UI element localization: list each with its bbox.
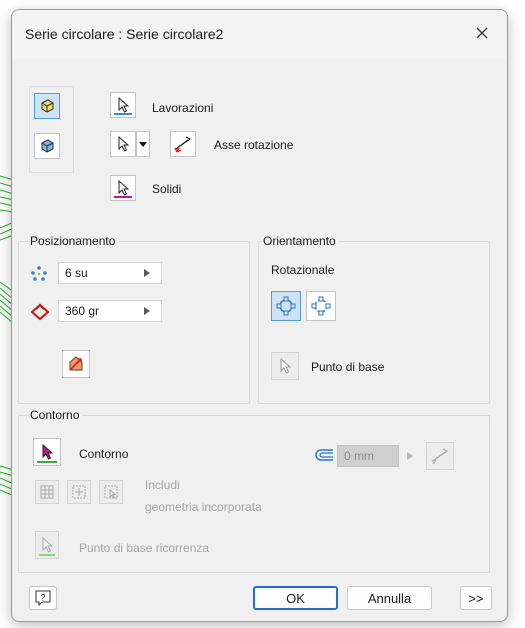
offset-value: 0 mm xyxy=(344,449,374,463)
cancel-button[interactable]: Annulla xyxy=(347,586,432,610)
ok-button[interactable]: OK xyxy=(253,586,338,610)
count-value: 6 su xyxy=(65,266,88,280)
boundary-title: Contorno xyxy=(29,408,83,422)
axis-select-button[interactable] xyxy=(110,131,136,157)
rotational-icon xyxy=(276,296,296,316)
include-label-line1: Includi xyxy=(145,478,180,492)
solids-select-button[interactable] xyxy=(110,175,136,201)
svg-text:?: ? xyxy=(40,593,45,603)
cursor-arrow-icon xyxy=(42,444,54,460)
angle-menu-arrow[interactable] xyxy=(140,300,154,322)
include-all-geometry-button[interactable] xyxy=(35,480,59,504)
occurrence-count-icon xyxy=(31,266,47,281)
base-point-select-button[interactable] xyxy=(271,352,299,380)
fixed-orientation-button[interactable] xyxy=(306,291,336,321)
cursor-arrow-icon xyxy=(280,358,292,374)
offset-flip-button[interactable] xyxy=(426,442,454,470)
rotational-orientation-button[interactable] xyxy=(271,291,301,321)
green-underline xyxy=(37,461,57,463)
flip-direction-icon xyxy=(69,356,83,371)
circular-pattern-dialog: Serie circolare : Serie circolare2 Lavor… xyxy=(11,9,508,622)
axis-label: Asse rotazione xyxy=(214,138,294,152)
fixed-orientation-icon xyxy=(311,296,331,316)
cursor-arrow-icon xyxy=(118,97,130,113)
base-point-label: Punto di base xyxy=(311,360,385,374)
flip-direction-button[interactable] xyxy=(62,350,90,378)
rotational-label: Rotazionale xyxy=(271,263,335,277)
solids-label: Solidi xyxy=(152,182,182,196)
feature-pattern-icon xyxy=(41,99,54,113)
grid-all-icon xyxy=(40,485,54,499)
close-icon xyxy=(476,27,488,39)
close-button[interactable] xyxy=(471,22,493,44)
angle-icon xyxy=(30,303,50,321)
boundary-select-button[interactable] xyxy=(33,438,61,466)
cursor-arrow-icon xyxy=(118,136,130,152)
placement-title: Posizionamento xyxy=(29,234,119,248)
more-options-button[interactable]: >> xyxy=(460,586,492,610)
pattern-features-mode-button[interactable] xyxy=(34,93,60,119)
help-button[interactable]: ? xyxy=(29,586,57,610)
orientation-title: Orientamento xyxy=(262,234,339,248)
dialog-title: Serie circolare : Serie circolare2 xyxy=(25,26,224,42)
flip-direction-icon xyxy=(174,136,191,153)
flip-direction-icon xyxy=(431,448,448,465)
offset-menu-arrow[interactable] xyxy=(403,445,417,467)
boundary-label: Contorno xyxy=(79,447,129,461)
magenta-underline xyxy=(114,196,132,198)
recurrence-base-point-button[interactable] xyxy=(35,531,59,559)
features-label: Lavorazioni xyxy=(152,101,214,115)
offset-icon xyxy=(315,449,333,461)
include-inner-geometry-button[interactable] xyxy=(67,480,91,504)
help-icon: ? xyxy=(35,590,51,606)
features-select-button[interactable] xyxy=(110,92,136,118)
count-menu-arrow[interactable] xyxy=(140,262,154,284)
recurrence-base-point-label: Punto di base ricorrenza xyxy=(79,541,210,555)
cursor-arrow-icon xyxy=(118,180,130,196)
offset-input[interactable]: 0 mm xyxy=(337,445,399,467)
title-bar: Serie circolare : Serie circolare2 xyxy=(12,10,507,58)
angle-value: 360 gr xyxy=(65,304,100,318)
blue-underline xyxy=(114,113,132,115)
include-label-line2: geometria incorporata xyxy=(145,500,262,514)
chevron-down-icon xyxy=(139,142,147,147)
flip-axis-button[interactable] xyxy=(170,131,196,157)
green-underline xyxy=(39,554,55,556)
solid-pattern-icon xyxy=(41,139,54,153)
grid-inner-icon xyxy=(72,485,86,499)
pattern-solids-mode-button[interactable] xyxy=(34,133,60,159)
grid-select-icon xyxy=(104,485,118,499)
cursor-arrow-icon xyxy=(42,537,54,553)
axis-dropdown-button[interactable] xyxy=(136,131,150,157)
include-selected-geometry-button[interactable] xyxy=(99,480,123,504)
